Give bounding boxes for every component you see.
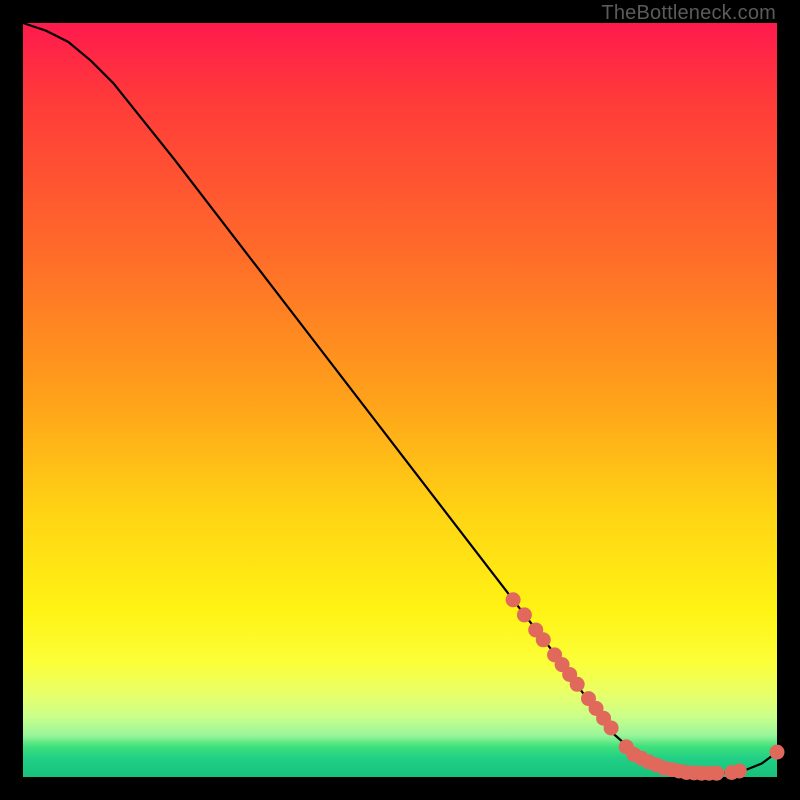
chart-stage: TheBottleneck.com [0, 0, 800, 800]
data-point [570, 677, 585, 692]
scatter-points [506, 592, 785, 780]
data-point [709, 766, 724, 781]
watermark-text: TheBottleneck.com [601, 2, 776, 25]
data-point [536, 632, 551, 647]
data-point [517, 607, 532, 622]
bottleneck-curve [23, 23, 777, 773]
data-point [506, 592, 521, 607]
chart-overlay [23, 23, 777, 777]
data-point [770, 745, 785, 760]
data-point [732, 763, 747, 778]
data-point [604, 720, 619, 735]
